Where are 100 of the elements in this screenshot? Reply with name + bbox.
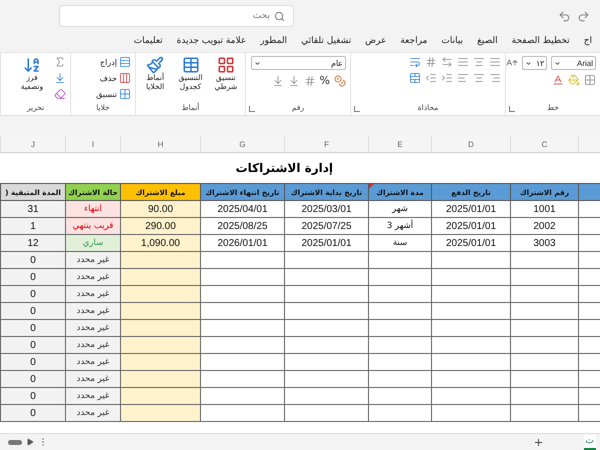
ribbon-tab[interactable]: تعليمات [134,36,163,48]
table-cell [510,354,578,371]
table-cell: 0 [0,337,65,354]
font-name-dropdown[interactable]: Arial [551,56,596,70]
table-cell [510,269,578,286]
align-top-icon[interactable] [489,56,501,68]
sheet-tab[interactable]: ت [584,434,596,450]
percent-button[interactable]: % [320,74,330,87]
align-center-icon[interactable] [473,72,485,84]
search-icon [274,10,285,22]
cells-button[interactable]: تنسيق [96,88,131,100]
table-cell: 2025/03/01 [284,201,368,218]
table-icon [182,56,200,74]
table-cell [510,252,578,269]
status-cell: غير محدد [65,405,120,422]
ribbon-tab[interactable]: علامة تبويب جديدة [176,36,246,48]
table-cell [578,303,600,320]
insert-rows-icon [119,56,131,68]
column-header[interactable]: D [431,136,510,153]
currency-icon[interactable] [334,74,346,86]
status-cell: غير محدد [65,337,120,354]
table-cell [578,218,600,235]
table-cell: 0 [0,286,65,303]
scroll-thumb[interactable] [8,440,22,444]
ribbon-tab[interactable]: بيانات [441,36,464,48]
status-cell: غير محدد [65,286,120,303]
column-header[interactable]: C [510,136,578,153]
table-cell: 0 [0,320,65,337]
font-color-icon[interactable] [552,74,564,86]
indent-increase-icon[interactable] [441,72,453,84]
wrap-text-icon[interactable] [409,56,421,68]
ribbon-tab[interactable]: مراجعة [400,36,428,48]
ribbon-tab[interactable]: اج [584,36,592,48]
table-cell [578,286,600,303]
table-cell: 90.00 [120,201,200,218]
column-header[interactable]: F [284,136,368,153]
column-header[interactable]: E [368,136,431,153]
column-header[interactable]: H [120,136,200,153]
table-cell: 1 [0,218,65,235]
ribbon-tab[interactable]: الصيغ [477,36,498,48]
indent-decrease-icon[interactable] [425,72,437,84]
column-header[interactable]: J [0,136,65,153]
orientation-icon[interactable] [441,56,453,68]
status-cell: غير محدد [65,303,120,320]
cells-button[interactable]: حذف [96,72,131,84]
column-header[interactable]: G [200,136,284,153]
align-right-icon[interactable] [489,72,501,84]
redo-button[interactable] [577,10,590,22]
table-cell: سنة [368,235,431,252]
table-cell [510,388,578,405]
table-cell: شهر [368,201,431,218]
dialog-launcher-icon[interactable] [509,106,515,112]
table-cell [578,235,600,252]
table-cell: 0 [0,303,65,320]
table-cell [578,320,600,337]
table-cell [578,201,600,218]
table-cell: 2026/01/01 [200,235,284,252]
merge-cells-icon[interactable] [409,72,421,84]
table-cell: 2025/08/25 [200,218,284,235]
table-cell: 2025/04/01 [200,201,284,218]
table-cell [368,354,431,371]
search-field[interactable]: بحث [59,5,294,27]
table-cell [578,371,600,388]
dialog-launcher-icon[interactable] [249,106,255,112]
align-middle-icon[interactable] [473,56,485,68]
table-cell [368,371,431,388]
table-cell [368,320,431,337]
status-cell: غير محدد [65,354,120,371]
borders-icon[interactable] [584,74,596,86]
table-cell: 2025/01/01 [284,235,368,252]
table-cell [368,405,431,422]
table-cell [510,320,578,337]
ribbon-tab[interactable]: عرض [365,36,386,48]
status-cell: غير محدد [65,371,120,388]
font-size-dropdown[interactable]: ١٢ [522,56,547,70]
cells-button[interactable]: إدراج [96,56,131,68]
table-cell: 290.00 [120,218,200,235]
scroll-right-icon[interactable] [26,438,34,446]
ribbon-tab[interactable]: المطور [260,36,288,48]
align-bottom-icon[interactable] [457,56,469,68]
column-header[interactable]: I [65,136,120,153]
align-left-icon[interactable] [457,72,469,84]
table-cell [368,252,431,269]
table-cell [368,337,431,354]
table-cell [510,286,578,303]
table-cell [578,337,600,354]
ribbon-tab[interactable]: تخطيط الصفحة [512,36,570,48]
table-cell [510,371,578,388]
fill-icon[interactable] [54,72,66,84]
eraser-icon[interactable] [54,88,66,100]
table-cell [510,337,578,354]
fill-color-icon[interactable] [568,74,580,86]
dialog-launcher-icon[interactable] [354,106,360,112]
ribbon-tab[interactable]: تشغيل تلقائي [301,36,352,48]
status-cell: ساري [65,235,120,252]
number-format-dropdown[interactable]: عام [251,56,346,70]
table-cell: 0 [0,405,65,422]
undo-button[interactable] [558,10,571,22]
autosum-icon[interactable] [54,56,66,68]
add-sheet-button[interactable] [532,436,544,448]
